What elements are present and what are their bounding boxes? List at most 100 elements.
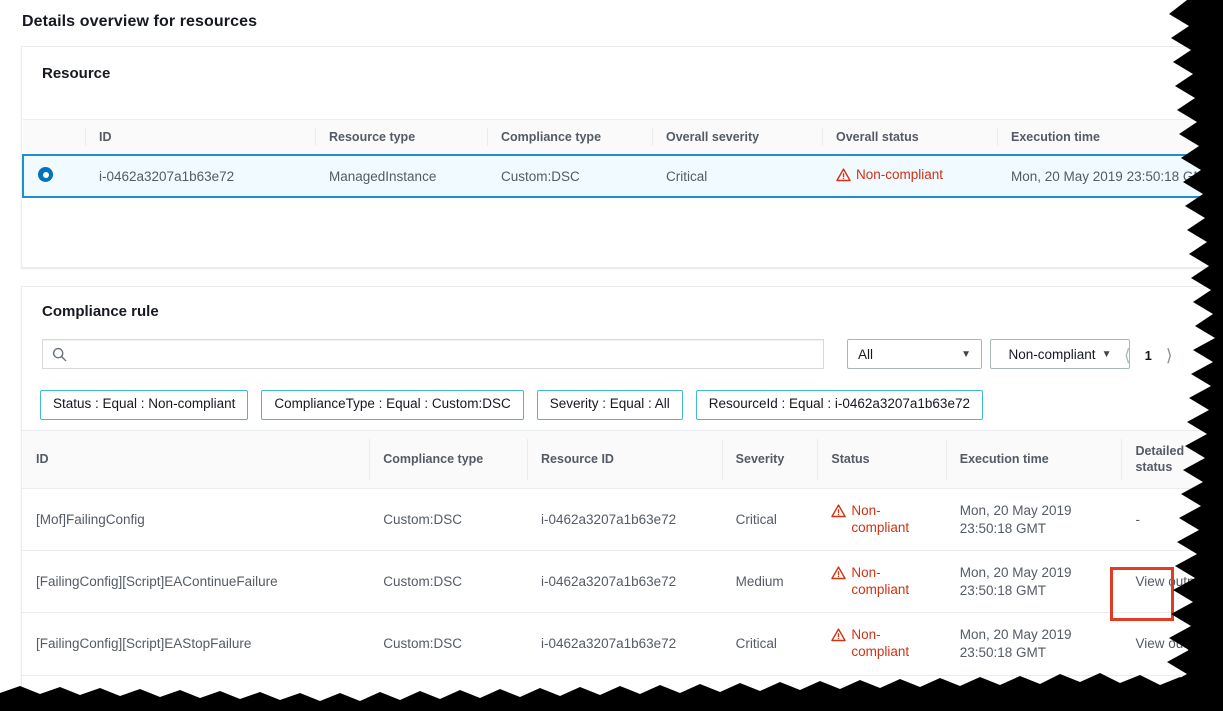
- compliance-table: ID Compliance type Resource ID Severity …: [22, 430, 1223, 711]
- compliance-status-dropdown-value: Non-compliant: [1009, 347, 1096, 362]
- compliance-col-status-label: Status: [831, 452, 869, 466]
- table-row[interactable]: [FailingConfig][Script]EAContinueFailure…: [22, 551, 1223, 613]
- filter-pill-severity[interactable]: Severity : Equal : All: [537, 390, 683, 420]
- compliance-row-compliance-type: Custom:DSC: [369, 551, 527, 613]
- compliance-col-resource-id-label: Resource ID: [541, 452, 614, 466]
- compliance-rule-card: Compliance rule All ▼ Non-compliant ▼: [21, 286, 1223, 711]
- compliance-row-id: [Mof]FailingConfig: [22, 489, 369, 551]
- compliance-table-head: ID Compliance type Resource ID Severity …: [22, 431, 1223, 489]
- compliance-col-detailed-status[interactable]: Detailed status: [1121, 431, 1223, 489]
- compliance-row-resource-id[interactable]: i-0462a3207a1b63e72: [527, 489, 722, 551]
- compliance-row-compliance-type: Custom:DSC: [369, 489, 527, 551]
- table-row[interactable]: [Mof]FailingConfig Custom:DSC i-0462a320…: [22, 489, 1223, 551]
- resource-col-resource-type-label: Resource type: [329, 130, 415, 144]
- compliance-col-resource-id[interactable]: Resource ID: [527, 431, 722, 489]
- resource-row-select-cell[interactable]: [23, 155, 85, 197]
- compliance-row-detailed-status: -: [1121, 489, 1223, 551]
- status-badge-label: Non-compliant: [851, 565, 935, 599]
- resource-col-overall-severity-label: Overall severity: [666, 130, 759, 144]
- compliance-row-severity: [722, 675, 818, 711]
- status-badge-label: Non-compliant: [851, 503, 935, 537]
- table-row[interactable]: i-0462a3207a1b63e72 ManagedInstance Cust…: [23, 155, 1223, 197]
- compliance-row-status: Non-compliant: [817, 613, 945, 675]
- chevron-down-icon: ▼: [1102, 349, 1112, 360]
- resource-col-id[interactable]: ID: [85, 120, 315, 156]
- page-surface: Details overview for resources Resource …: [4, 3, 1223, 711]
- resource-card: Resource ⟨ 1 ⟩: [21, 46, 1223, 268]
- compliance-col-compliance-type-label: Compliance type: [383, 452, 483, 466]
- radio-selected-icon[interactable]: [38, 167, 53, 182]
- chevron-down-icon: ▼: [961, 349, 971, 360]
- page-title: Details overview for resources: [22, 13, 257, 31]
- compliance-pagination: ⟨ 1 ⟩: [1120, 345, 1177, 366]
- resource-col-overall-severity[interactable]: Overall severity: [652, 120, 822, 156]
- resource-row-overall-status: Non-compliant: [822, 155, 997, 197]
- status-badge-label: Non-: [851, 693, 880, 710]
- chevron-right-icon[interactable]: ⟩: [1162, 345, 1177, 366]
- view-output-link[interactable]: View: [1121, 675, 1223, 711]
- status-badge: Non-: [831, 693, 880, 710]
- compliance-col-execution-time[interactable]: Execution time: [946, 431, 1122, 489]
- warning-triangle-icon: [831, 694, 846, 708]
- compliance-row-severity: Critical: [722, 489, 818, 551]
- warning-triangle-icon: [831, 628, 846, 642]
- compliance-col-id[interactable]: ID: [22, 431, 369, 489]
- resource-col-resource-type[interactable]: Resource type: [315, 120, 487, 156]
- compliance-status-dropdown[interactable]: Non-compliant ▼: [990, 339, 1130, 369]
- compliance-table-container: ID Compliance type Resource ID Severity …: [22, 430, 1223, 711]
- resource-row-id[interactable]: i-0462a3207a1b63e72: [85, 155, 315, 197]
- compliance-col-severity-label: Severity: [736, 452, 785, 466]
- filter-pill-compliance-type[interactable]: ComplianceType : Equal : Custom:DSC: [261, 390, 523, 420]
- compliance-col-compliance-type[interactable]: Compliance type: [369, 431, 527, 489]
- compliance-filter-bar: All ▼ Non-compliant ▼: [42, 339, 1216, 369]
- resource-row-execution-time: Mon, 20 May 2019 23:50:18 GMT: [997, 155, 1223, 197]
- resource-table-head: ID Resource type Compliance type Overall…: [23, 120, 1223, 156]
- resource-card-header: Resource: [22, 47, 1223, 119]
- resource-row-resource-type: ManagedInstance: [315, 155, 487, 197]
- chevron-left-icon[interactable]: ⟨: [1120, 345, 1135, 366]
- screenshot-root: Details overview for resources Resource …: [0, 0, 1223, 711]
- compliance-page-number[interactable]: 1: [1145, 348, 1152, 363]
- search-box[interactable]: [42, 339, 824, 369]
- filter-pill-resource-id[interactable]: ResourceId : Equal : i-0462a3207a1b63e72: [696, 390, 983, 420]
- compliance-row-execution-time: Mon, 20 May 2019 23:50:18 GMT: [946, 551, 1122, 613]
- resource-col-overall-status-label: Overall status: [836, 130, 919, 144]
- filter-pill-status[interactable]: Status : Equal : Non-compliant: [40, 390, 248, 420]
- filter-pill-list: Status : Equal : Non-compliant Complianc…: [40, 390, 983, 420]
- compliance-row-resource-id[interactable]: i-0462a3207a1b63e72: [527, 613, 722, 675]
- compliance-table-body: [Mof]FailingConfig Custom:DSC i-0462a320…: [22, 489, 1223, 711]
- resource-section-title: Resource: [42, 65, 110, 82]
- view-output-link[interactable]: View output: [1121, 551, 1223, 613]
- status-badge-label: Non-compliant: [856, 167, 943, 184]
- compliance-col-severity[interactable]: Severity: [722, 431, 818, 489]
- resource-table-body: i-0462a3207a1b63e72 ManagedInstance Cust…: [23, 155, 1223, 197]
- compliance-row-compliance-type: [369, 675, 527, 711]
- warning-triangle-icon: [831, 566, 846, 580]
- compliance-row-resource-id[interactable]: i-: [527, 675, 722, 711]
- table-row[interactable]: [FailingConfig] i-: [22, 675, 1223, 711]
- compliance-row-status: Non-compliant: [817, 489, 945, 551]
- resource-col-overall-status[interactable]: Overall status: [822, 120, 997, 156]
- search-icon: [52, 347, 67, 362]
- compliance-row-id: [FailingConfig][Script]EAStopFailure: [22, 613, 369, 675]
- view-output-link[interactable]: View output: [1121, 613, 1223, 675]
- compliance-row-id: [FailingConfig][Script]EAContinueFailure: [22, 551, 369, 613]
- warning-triangle-icon: [836, 168, 851, 182]
- search-input[interactable]: [75, 346, 814, 363]
- compliance-row-id: [FailingConfig]: [22, 675, 369, 711]
- compliance-col-status[interactable]: Status: [817, 431, 945, 489]
- table-row[interactable]: [FailingConfig][Script]EAStopFailure Cus…: [22, 613, 1223, 675]
- compliance-type-dropdown-value: All: [858, 347, 873, 362]
- resource-table-container: ID Resource type Compliance type Overall…: [22, 119, 1223, 198]
- compliance-section-title: Compliance rule: [42, 303, 159, 320]
- compliance-col-id-label: ID: [36, 452, 49, 466]
- status-badge: Non-compliant: [831, 565, 935, 599]
- compliance-type-dropdown[interactable]: All ▼: [847, 339, 982, 369]
- warning-triangle-icon: [831, 504, 846, 518]
- resource-col-compliance-type[interactable]: Compliance type: [487, 120, 652, 156]
- resource-table: ID Resource type Compliance type Overall…: [22, 119, 1223, 198]
- resource-col-execution-time[interactable]: Execution time: [997, 120, 1223, 156]
- compliance-header-row: ID Compliance type Resource ID Severity …: [22, 431, 1223, 489]
- status-badge: Non-compliant: [831, 503, 935, 537]
- compliance-row-resource-id[interactable]: i-0462a3207a1b63e72: [527, 551, 722, 613]
